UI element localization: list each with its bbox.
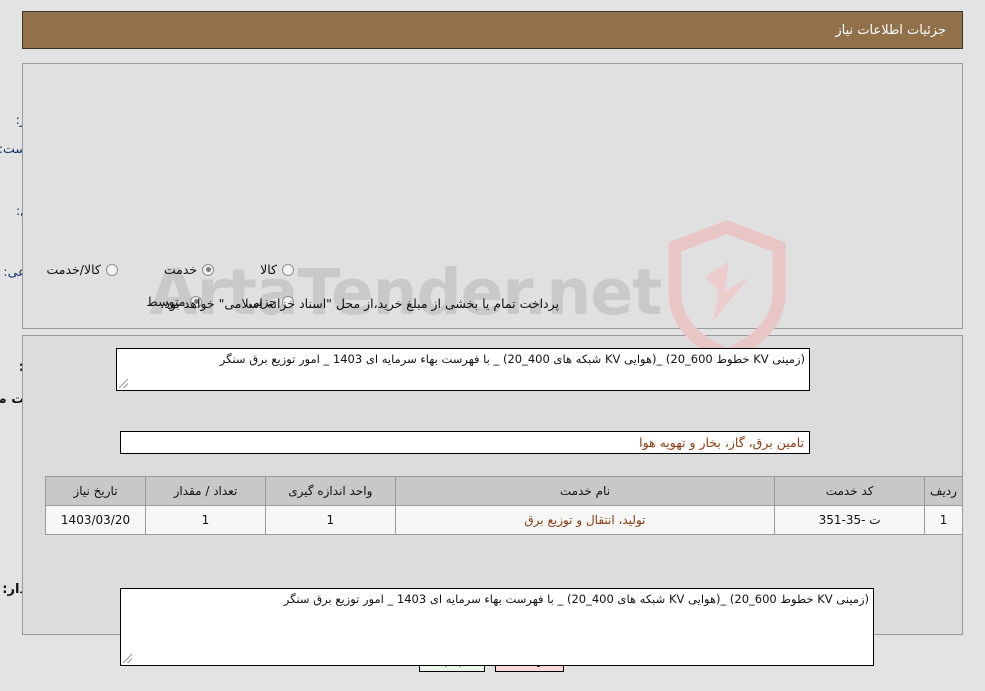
- need-info-panel: [23, 63, 964, 329]
- cell-code: ت -35-351: [775, 505, 927, 535]
- cell-name: تولید، انتقال و توزیع برق: [395, 505, 777, 535]
- service-group-value: تامین برق، گاز، بخار و تهویه هوا: [121, 431, 811, 454]
- category-radio-kala[interactable]: کالا: [261, 262, 295, 277]
- category-radio-group[interactable]: کالا خدمت کالا/خدمت: [47, 262, 295, 277]
- radio-icon[interactable]: [283, 263, 295, 276]
- th-date: تاریخ نیاز: [45, 476, 148, 506]
- th-row: ردیف: [925, 476, 964, 506]
- category-radio-khedmat[interactable]: خدمت: [164, 262, 216, 277]
- radio-icon[interactable]: [106, 263, 119, 276]
- page-title-bar: جزئیات اطلاعات نیاز: [23, 11, 964, 49]
- category-radio-khedmat-label: خدمت: [164, 262, 199, 277]
- category-radio-kala-khedmat-label: کالا/خدمت: [47, 262, 102, 277]
- th-quantity: تعداد / مقدار: [146, 476, 267, 506]
- th-code: کد خدمت: [775, 476, 927, 506]
- cell-row: 1: [925, 505, 964, 535]
- purchase-type-note: پرداخت تمام یا بخشی از مبلغ خرید،از محل …: [161, 296, 560, 311]
- table-row: 1 ت -35-351 تولید، انتقال و توزیع برق 1 …: [45, 505, 964, 535]
- page-title: جزئیات اطلاعات نیاز: [836, 22, 947, 38]
- category-radio-kala-khedmat[interactable]: کالا/خدمت: [47, 262, 119, 277]
- cell-unit: 1: [265, 505, 397, 535]
- th-unit: واحد اندازه گیری: [265, 476, 397, 506]
- cell-quantity: 1: [146, 505, 267, 535]
- cell-need-date: 1403/03/20: [45, 505, 148, 535]
- description-textarea[interactable]: (زمینی KV خطوط 600_20) _(هوایی KV شبکه ه…: [117, 348, 811, 391]
- services-table: ردیف کد خدمت نام خدمت واحد اندازه گیری ت…: [45, 476, 964, 535]
- radio-icon-selected[interactable]: [203, 263, 216, 276]
- th-name: نام خدمت: [395, 476, 777, 506]
- table-header-row: ردیف کد خدمت نام خدمت واحد اندازه گیری ت…: [45, 476, 964, 506]
- buyer-notes-textarea[interactable]: (زمینی KV خطوط 600_20) _(هوایی KV شبکه ه…: [121, 588, 875, 666]
- category-radio-kala-label: کالا: [261, 262, 278, 277]
